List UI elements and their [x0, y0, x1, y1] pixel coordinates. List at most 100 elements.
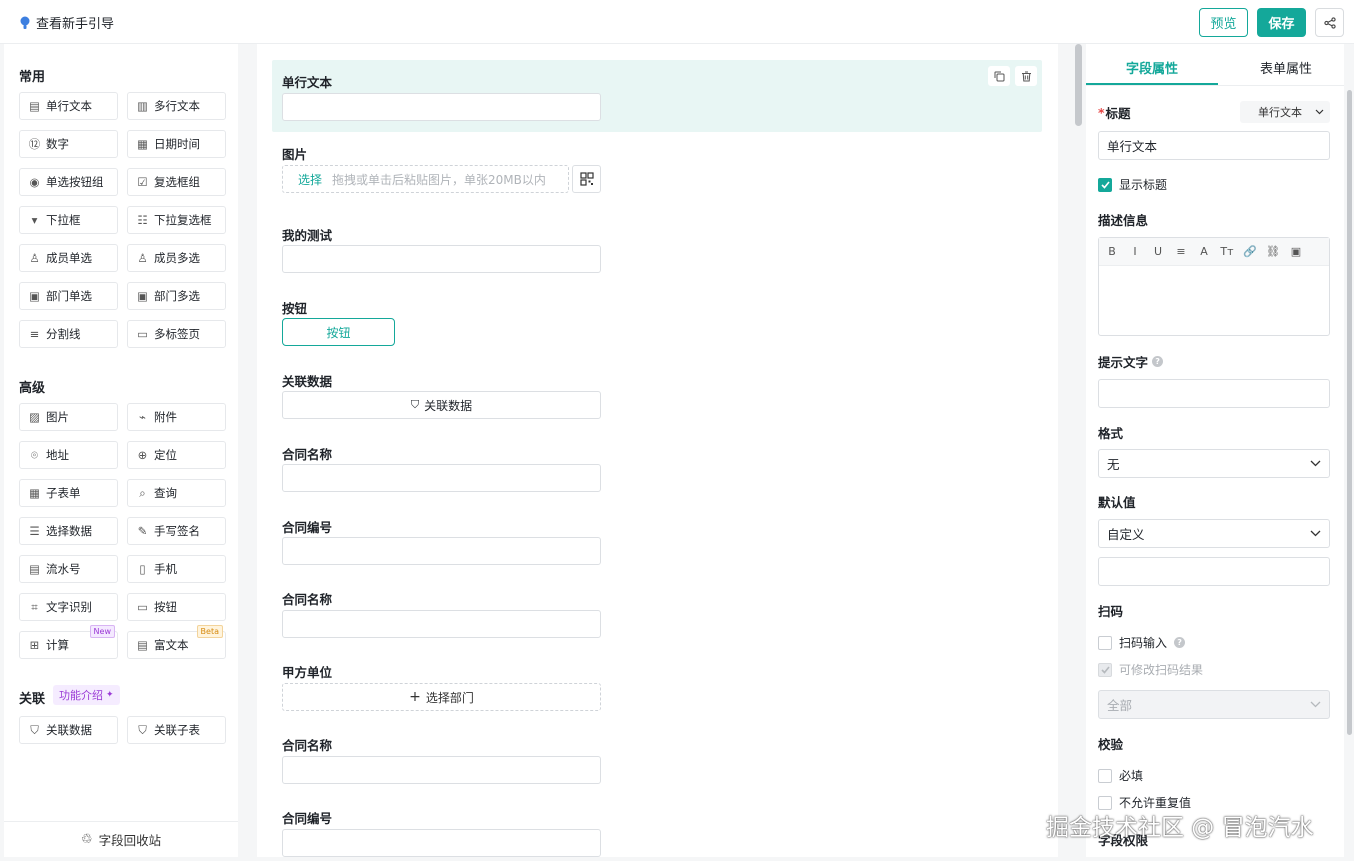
- field-recycle-bin[interactable]: ♲ 字段回收站: [4, 821, 238, 857]
- form-field-relation[interactable]: 关联数据 ⛉ 关联数据: [272, 371, 1042, 431]
- default-select[interactable]: 自定义: [1098, 519, 1330, 548]
- field-input[interactable]: [282, 537, 601, 565]
- widget-item[interactable]: ▯ 手机: [127, 555, 226, 583]
- rte-tool-button[interactable]: U: [1151, 245, 1165, 258]
- chevron-down-icon: [1310, 530, 1321, 537]
- rte-tool-button[interactable]: ⛓: [1266, 245, 1280, 258]
- field-input[interactable]: [282, 610, 601, 638]
- canvas-scrollbar[interactable]: [1075, 44, 1082, 126]
- widget-label: 下拉复选框: [154, 213, 212, 227]
- desc-rich-editor[interactable]: B I U ≡ A Tт 🔗 ⛓ ▣: [1098, 237, 1330, 336]
- widget-item[interactable]: ☑ 复选框组: [127, 168, 226, 196]
- widget-item[interactable]: ▭ 按钮: [127, 593, 226, 621]
- scan-input-checkbox[interactable]: 扫码输入 ?: [1098, 634, 1186, 651]
- field-input[interactable]: [282, 756, 601, 784]
- form-field-my-test[interactable]: 我的测试: [272, 225, 1042, 285]
- rte-tool-button[interactable]: A: [1197, 245, 1211, 258]
- default-value-input[interactable]: [1098, 557, 1330, 586]
- widget-item[interactable]: ☰ 选择数据: [19, 517, 118, 545]
- field-type-select[interactable]: 单行文本: [1240, 101, 1330, 123]
- field-input[interactable]: [282, 93, 601, 121]
- chevron-down-icon: [1315, 109, 1324, 115]
- form-field-contract-number[interactable]: 合同编号: [272, 808, 1042, 857]
- field-label: 关联数据: [282, 374, 333, 389]
- widget-item[interactable]: ⌕ 查询: [127, 479, 226, 507]
- field-input[interactable]: [282, 245, 601, 273]
- field-input[interactable]: [282, 464, 601, 492]
- widget-item[interactable]: ▣ 部门单选: [19, 282, 118, 310]
- delete-field-button[interactable]: [1015, 66, 1037, 86]
- form-field-contract-name[interactable]: 合同名称: [272, 444, 1042, 504]
- tabs-icon: ▭: [137, 327, 148, 341]
- rte-tool-button[interactable]: I: [1128, 245, 1142, 258]
- widget-item[interactable]: ▦ 子表单: [19, 479, 118, 507]
- rte-tool-button[interactable]: 🔗: [1243, 245, 1257, 258]
- format-select[interactable]: 无: [1098, 449, 1330, 478]
- widget-item[interactable]: ⑫ 数字: [19, 130, 118, 158]
- help-icon[interactable]: ?: [1174, 637, 1186, 648]
- widget-item[interactable]: ▦ 日期时间: [127, 130, 226, 158]
- show-title-checkbox[interactable]: 显示标题: [1098, 176, 1167, 193]
- field-label: 甲方单位: [282, 665, 333, 680]
- widget-label: 附件: [154, 410, 177, 424]
- save-button[interactable]: 保存: [1257, 8, 1306, 37]
- form-button[interactable]: 按钮: [282, 318, 395, 346]
- feature-intro-tag[interactable]: 功能介绍 ✦: [53, 685, 120, 705]
- widget-item[interactable]: ▤ 单行文本: [19, 92, 118, 120]
- widget-item[interactable]: ⊕ 定位: [127, 441, 226, 469]
- help-icon[interactable]: ?: [1152, 356, 1164, 367]
- widget-item[interactable]: ♙ 成员单选: [19, 244, 118, 272]
- form-field-button[interactable]: 按钮 按钮: [272, 298, 1042, 358]
- copy-field-button[interactable]: [988, 66, 1010, 86]
- form-field-party-a[interactable]: 甲方单位 + 选择部门: [272, 662, 1042, 722]
- title-input[interactable]: 单行文本: [1098, 131, 1330, 160]
- widget-item[interactable]: ⛉ 关联数据: [19, 716, 118, 744]
- share-button[interactable]: [1315, 8, 1344, 37]
- widget-item[interactable]: ◉ 单选按钮组: [19, 168, 118, 196]
- qr-upload-button[interactable]: [572, 165, 601, 193]
- widget-item[interactable]: ⛉ 关联子表: [127, 716, 226, 744]
- widget-item[interactable]: ♙ 成员多选: [127, 244, 226, 272]
- checkbox-checked[interactable]: [1098, 177, 1112, 192]
- widget-item[interactable]: ⊞ 计算 New: [19, 625, 118, 659]
- widget-item[interactable]: ▭ 多标签页: [127, 320, 226, 348]
- widget-item[interactable]: ▤ 流水号: [19, 555, 118, 583]
- rte-tool-button[interactable]: B: [1105, 245, 1119, 258]
- checkbox-unchecked[interactable]: [1098, 635, 1112, 650]
- widget-item[interactable]: ☷ 下拉复选框: [127, 206, 226, 234]
- tab-field-props[interactable]: 字段属性: [1126, 58, 1178, 77]
- select-dept-button[interactable]: + 选择部门: [282, 683, 601, 711]
- widget-item[interactable]: ▣ 部门多选: [127, 282, 226, 310]
- hint-input[interactable]: [1098, 379, 1330, 408]
- tab-form-props[interactable]: 表单属性: [1260, 58, 1312, 77]
- widget-item[interactable]: ▥ 多行文本: [127, 92, 226, 120]
- upload-select-link[interactable]: 选择: [298, 171, 322, 188]
- required-checkbox[interactable]: 必填: [1098, 767, 1143, 784]
- relation-data-button[interactable]: ⛉ 关联数据: [282, 391, 601, 419]
- rte-tool-button[interactable]: Tт: [1220, 245, 1234, 258]
- widget-item[interactable]: ⌗ 文字识别: [19, 593, 118, 621]
- image-upload-area[interactable]: 选择 拖拽或单击后粘贴图片，单张20MB以内: [282, 165, 569, 193]
- guide-link[interactable]: 查看新手引导: [20, 13, 114, 32]
- form-field-contract-name[interactable]: 合同名称: [272, 735, 1042, 795]
- preview-button[interactable]: 预览: [1199, 8, 1248, 37]
- widget-item[interactable]: ≡ 分割线: [19, 320, 118, 348]
- lightbulb-icon: [20, 16, 30, 29]
- field-input[interactable]: [282, 829, 601, 857]
- widget-item[interactable]: ▾ 下拉框: [19, 206, 118, 234]
- widget-item[interactable]: ⌾ 地址: [19, 441, 118, 469]
- rte-tool-button[interactable]: ▣: [1289, 245, 1303, 258]
- form-field-contract-number[interactable]: 合同编号: [272, 517, 1042, 577]
- widget-item[interactable]: ⌁ 附件: [127, 403, 226, 431]
- rte-tool-button[interactable]: ≡: [1174, 245, 1188, 258]
- widget-item[interactable]: ▤ 富文本 Beta: [127, 625, 226, 659]
- single-line-icon: ▤: [29, 99, 40, 113]
- form-field-image[interactable]: 图片 选择 拖拽或单击后粘贴图片，单张20MB以内: [272, 144, 1042, 204]
- form-field-contract-name[interactable]: 合同名称: [272, 589, 1042, 649]
- form-field-single-line[interactable]: 单行文本: [272, 60, 1042, 132]
- widget-item[interactable]: ✎ 手写签名: [127, 517, 226, 545]
- properties-scrollbar[interactable]: [1347, 90, 1352, 735]
- checkbox-unchecked[interactable]: [1098, 768, 1112, 783]
- show-title-label: 显示标题: [1119, 178, 1168, 192]
- widget-item[interactable]: ▨ 图片: [19, 403, 118, 431]
